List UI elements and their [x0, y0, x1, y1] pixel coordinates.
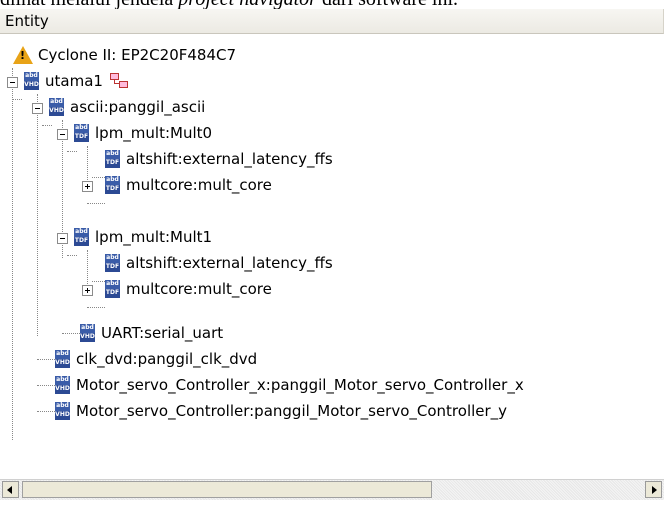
tree-item-utama1[interactable]: abd VHD utama1	[0, 68, 664, 94]
vhdl-file-icon: abd VHD	[55, 376, 70, 394]
icon-type-text: VHD	[55, 411, 70, 420]
entity-column-header[interactable]: Entity	[0, 9, 664, 34]
icon-type-text: TDF	[105, 263, 120, 272]
hierarchy-icon	[110, 73, 128, 89]
tdf-file-icon: abd TDF	[105, 280, 120, 298]
icon-type-text: VHD	[55, 385, 70, 394]
tree-item-clk-dvd[interactable]: abd VHD clk_dvd:panggil_clk_dvd	[0, 346, 664, 372]
tdf-file-icon: abd TDF	[105, 150, 120, 168]
scrollbar-thumb[interactable]	[22, 481, 432, 498]
vhdl-file-icon: abd VHD	[49, 98, 64, 116]
icon-top-text: abd	[55, 350, 70, 359]
vhdl-file-icon: abd VHD	[55, 402, 70, 420]
tree-item-device[interactable]: Cyclone II: EP2C20F484C7	[0, 42, 664, 68]
tree-item-label: utama1	[45, 72, 103, 90]
tree-item-label: UART:serial_uart	[101, 324, 224, 342]
tree-item-multcore-0[interactable]: abd TDF multcore:mult_core	[0, 172, 664, 198]
icon-type-text: TDF	[74, 237, 89, 246]
collapse-icon[interactable]	[57, 129, 68, 140]
tree-item-motor-servo-x[interactable]: abd VHD Motor_servo_Controller_x:panggil_…	[0, 372, 664, 398]
tree-item-label: altshift:external_latency_ffs	[126, 150, 333, 168]
hierarchy-tree: Cyclone II: EP2C20F484C7 abdVHD utama1 a…	[0, 34, 664, 478]
caption-before: dlihat melalui jendela	[0, 0, 178, 9]
tree-item-lpm-mult0[interactable]: abd TDF lpm_mult:Mult0	[0, 120, 664, 146]
tree-line	[87, 203, 105, 204]
icon-top-text: abd	[55, 376, 70, 385]
tree-item-ascii[interactable]: abd VHD ascii:panggil_ascii	[0, 94, 664, 120]
tree-item-altshift-1[interactable]: abd TDF altshift:external_latency_ffs	[0, 250, 664, 276]
tree-item-motor-servo-y[interactable]: abd VHD Motor_servo_Controller:panggil_Mo…	[0, 398, 664, 424]
tree-item-label: Motor_servo_Controller:panggil_Motor_ser…	[76, 402, 508, 420]
tdf-file-icon: abd TDF	[105, 254, 120, 272]
scroll-left-icon[interactable]	[2, 481, 19, 498]
icon-type-text: TDF	[105, 289, 120, 298]
expand-icon[interactable]	[82, 181, 93, 192]
vhdl-file-icon: abd VHD	[80, 324, 95, 342]
caption-text: dlihat melalui jendela project navigator…	[0, 0, 664, 9]
collapse-icon[interactable]	[57, 233, 68, 244]
horizontal-scrollbar[interactable]	[0, 479, 664, 500]
tree-item-lpm-mult1[interactable]: abd TDF lpm_mult:Mult1	[0, 224, 664, 250]
icon-type-text: TDF	[74, 133, 89, 142]
caption-after: dari software ini.	[317, 0, 458, 9]
tree-item-label: Motor_servo_Controller_x:panggil_Motor_s…	[76, 376, 524, 394]
tree-item-label: altshift:external_latency_ffs	[126, 254, 333, 272]
tree-item-label: Cyclone II: EP2C20F484C7	[38, 46, 237, 64]
tdf-file-icon: abd TDF	[105, 176, 120, 194]
expand-icon[interactable]	[82, 285, 93, 296]
vhdl-file-icon: abd VHD	[24, 72, 39, 90]
tree-item-altshift-0[interactable]: abd TDF altshift:external_latency_ffs	[0, 146, 664, 172]
tdf-file-icon: abd TDF	[74, 124, 89, 142]
icon-top-text: abd	[105, 176, 120, 185]
tree-line	[87, 307, 105, 308]
entity-header-label: Entity	[5, 12, 49, 30]
tdf-file-icon: abd TDF	[74, 228, 89, 246]
tree-item-label: lpm_mult:Mult0	[95, 124, 213, 142]
icon-top-text: abd	[55, 402, 70, 411]
collapse-icon[interactable]	[7, 77, 18, 88]
tree-item-label: multcore:mult_core	[126, 176, 272, 194]
caption-italic: project navigator	[178, 0, 317, 9]
icon-type-text: VHD	[80, 333, 95, 342]
icon-top-text: abd	[105, 254, 120, 263]
icon-top-text: abd	[74, 228, 89, 237]
collapse-icon[interactable]	[32, 103, 43, 114]
tree-item-label: lpm_mult:Mult1	[95, 228, 213, 246]
scroll-right-icon[interactable]	[645, 481, 662, 498]
icon-type-text: VHD	[24, 81, 39, 90]
icon-top-text: abd	[105, 150, 120, 159]
vhdl-file-icon: abd VHD	[55, 350, 70, 368]
icon-type-text: VHD	[49, 107, 64, 116]
icon-top-text: abd	[74, 124, 89, 133]
tree-item-uart[interactable]: abd VHD UART:serial_uart	[0, 320, 664, 346]
icon-top-text: abd	[80, 324, 95, 333]
icon-type-text: TDF	[105, 159, 120, 168]
tree-item-label: multcore:mult_core	[126, 280, 272, 298]
icon-top-text: abd	[49, 98, 64, 107]
tree-item-label: clk_dvd:panggil_clk_dvd	[76, 350, 258, 368]
tree-item-multcore-1[interactable]: abd TDF multcore:mult_core	[0, 276, 664, 302]
icon-type-text: VHD	[55, 359, 70, 368]
project-navigator-panel: Entity Cyclone II: EP2C20F484C7 abdVHD u…	[0, 9, 664, 528]
icon-top-text: abd	[105, 280, 120, 289]
tree-item-label: ascii:panggil_ascii	[70, 98, 206, 116]
warning-icon	[13, 46, 33, 64]
icon-top-text: abd	[24, 72, 39, 81]
icon-type-text: TDF	[105, 185, 120, 194]
